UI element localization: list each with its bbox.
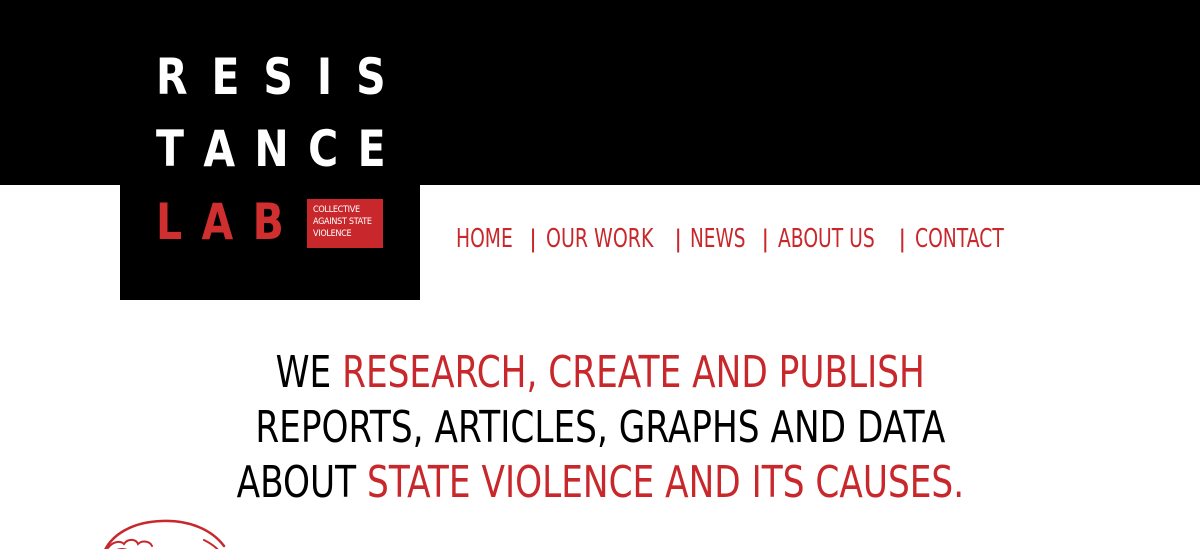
logo-letter: S [263, 48, 293, 106]
logo-tagline: COLLECTIVE AGAINST STATE VIOLENCE [307, 199, 383, 248]
nav-separator: | [761, 225, 770, 253]
logo-letter: A [201, 193, 234, 251]
logo-letter: I [316, 48, 333, 106]
nav-separator: | [898, 225, 907, 253]
logo-letter: E [357, 120, 386, 178]
nav-slot-home: HOME [456, 222, 520, 256]
hero-text: WE [275, 347, 342, 398]
logo-word-resis: R E S I S [156, 52, 386, 102]
nav-contact-link[interactable]: CONTACT [915, 222, 1004, 256]
logo-letter: B [252, 193, 284, 251]
nav-home-link[interactable]: HOME [456, 222, 513, 256]
logo-word-lab: L A B [156, 197, 284, 247]
hero-text: ABOUT [236, 457, 367, 508]
hero-line-1: WE RESEARCH, CREATE AND PUBLISH [0, 345, 1200, 400]
nav-slot-our-work: OUR WORK [546, 222, 666, 256]
hero-highlight: STATE VIOLENCE AND ITS CAUSES. [366, 457, 964, 508]
nav-about-us-link[interactable]: ABOUT US [778, 222, 875, 256]
hero-line-2: REPORTS, ARTICLES, GRAPHS AND DATA [0, 400, 1200, 455]
logo-letter: R [156, 48, 188, 106]
logo-tagline-line: COLLECTIVE [313, 205, 360, 215]
logo-letter: C [308, 120, 339, 178]
nav-slot-news: NEWS [690, 222, 752, 256]
hero-highlight: RESEARCH, CREATE AND PUBLISH [341, 347, 925, 398]
logo-letter: T [156, 120, 184, 178]
logo-letter: N [254, 120, 289, 178]
logo-word-tance: T A N C E [156, 124, 386, 174]
nav-separator: | [529, 225, 538, 253]
page: R E S I S T A N C E L A B COLLECTIVE AGA… [0, 0, 1200, 549]
hero-line-3: ABOUT STATE VIOLENCE AND ITS CAUSES. [0, 455, 1200, 510]
hand-drawn-illustration [104, 519, 226, 549]
logo-tagline-line: VIOLENCE [313, 229, 352, 239]
hero-statement: WE RESEARCH, CREATE AND PUBLISH REPORTS,… [0, 345, 1200, 510]
nav-separator: | [674, 225, 683, 253]
logo-letter: E [211, 48, 240, 106]
site-logo[interactable]: R E S I S T A N C E L A B COLLECTIVE AGA… [120, 0, 420, 300]
main-nav: HOME | OUR WORK | NEWS | ABOUT US | CONT… [456, 222, 1015, 256]
logo-letter: L [156, 193, 183, 251]
logo-tagline-line: AGAINST STATE [313, 217, 372, 227]
nav-slot-about-us: ABOUT US [778, 222, 889, 256]
logo-letter: A [203, 120, 236, 178]
nav-our-work-link[interactable]: OUR WORK [546, 222, 653, 256]
logo-letter: S [356, 48, 386, 106]
hero-text: REPORTS, ARTICLES, GRAPHS AND DATA [254, 402, 946, 453]
nav-news-link[interactable]: NEWS [690, 222, 745, 256]
nav-slot-contact: CONTACT [915, 222, 1015, 256]
